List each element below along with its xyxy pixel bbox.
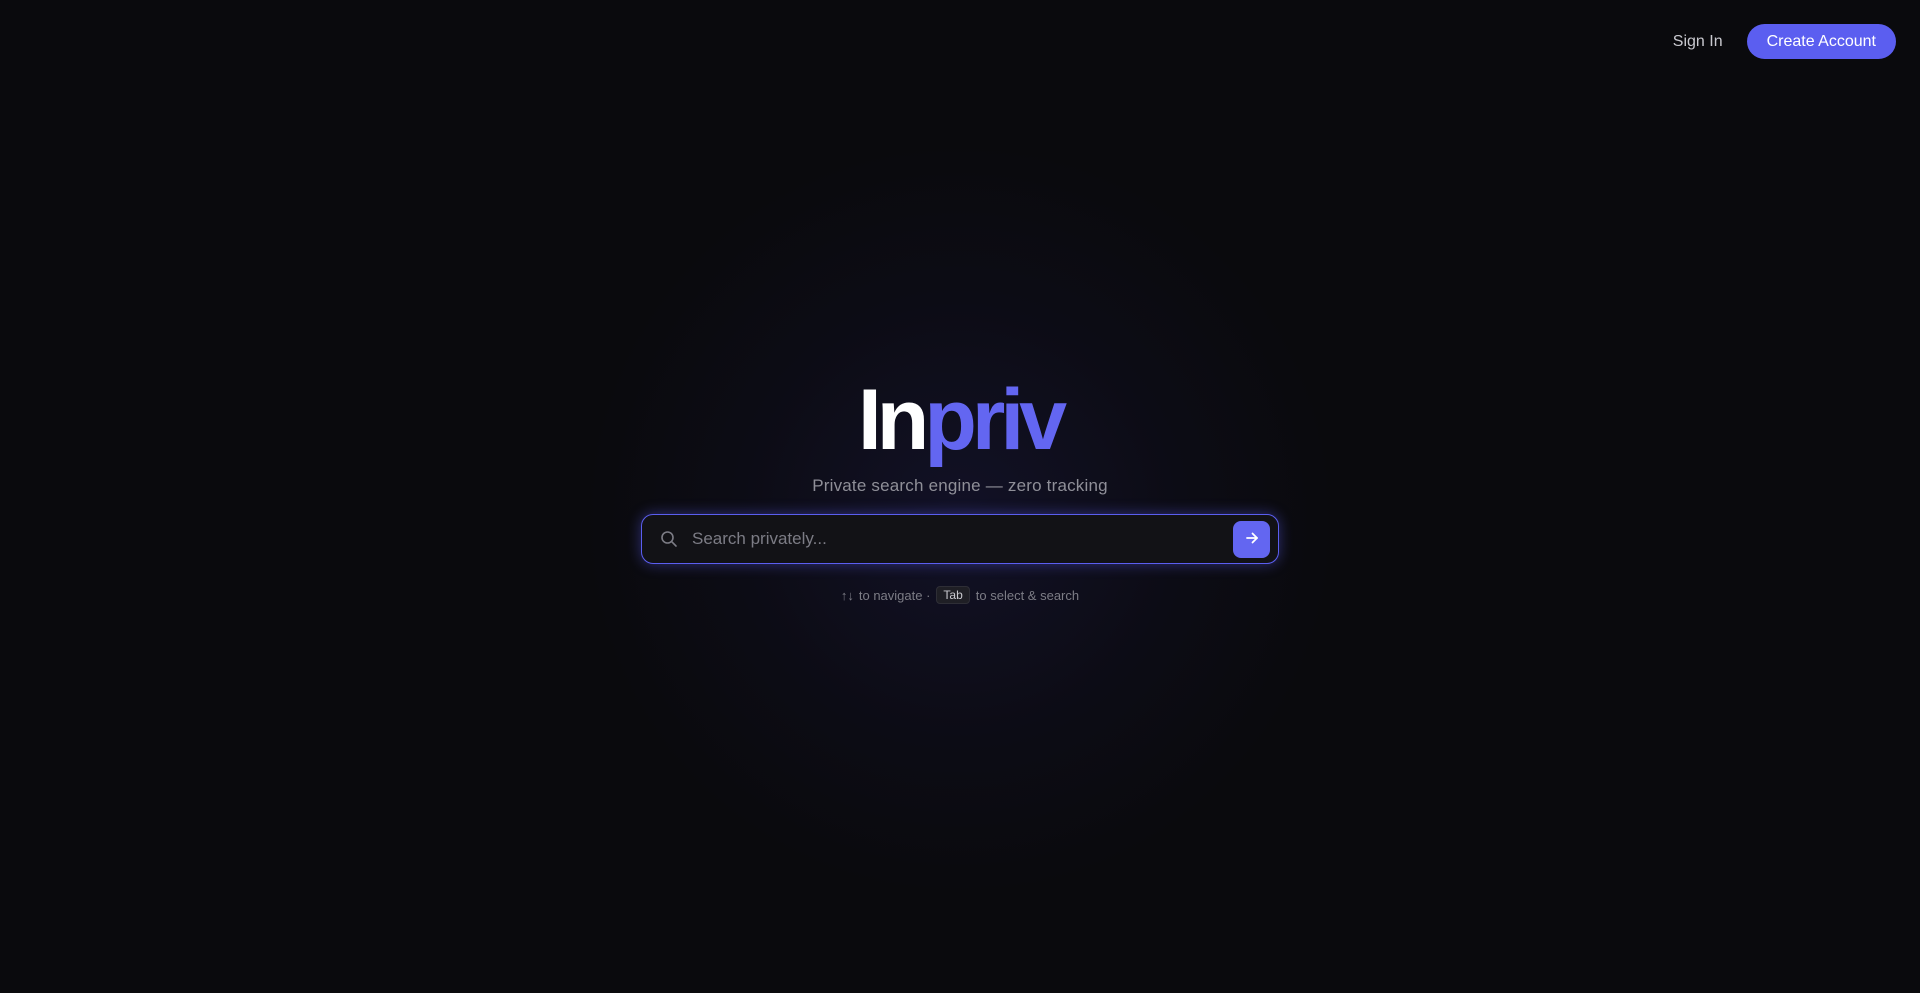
hint-navigate-text: to navigate · [858, 587, 931, 603]
search-icon [660, 530, 678, 548]
keyboard-hint: ↑↓ to navigate · Tab to select & search [841, 586, 1079, 604]
search-box [641, 514, 1279, 564]
logo: Inpriv [857, 370, 1067, 470]
search-submit-button[interactable] [1233, 520, 1270, 558]
logo-part-priv: priv [924, 372, 1067, 468]
top-nav: Sign In Create Account [1673, 24, 1896, 59]
sign-in-button[interactable]: Sign In [1673, 27, 1723, 57]
arrow-keys-glyph: ↑↓ [840, 587, 854, 603]
hero: Inpriv Private search engine — zero trac… [0, 370, 1920, 604]
page: Sign In Create Account Inpriv Private se… [0, 0, 1920, 993]
tab-key-badge: Tab [936, 586, 970, 604]
hint-select-text: to select & search [975, 587, 1080, 603]
logo-part-in: In [857, 372, 929, 468]
search-input[interactable] [690, 528, 1233, 550]
create-account-button[interactable]: Create Account [1746, 24, 1896, 59]
arrow-right-icon [1245, 531, 1259, 548]
tagline: Private search engine — zero tracking [812, 476, 1108, 495]
